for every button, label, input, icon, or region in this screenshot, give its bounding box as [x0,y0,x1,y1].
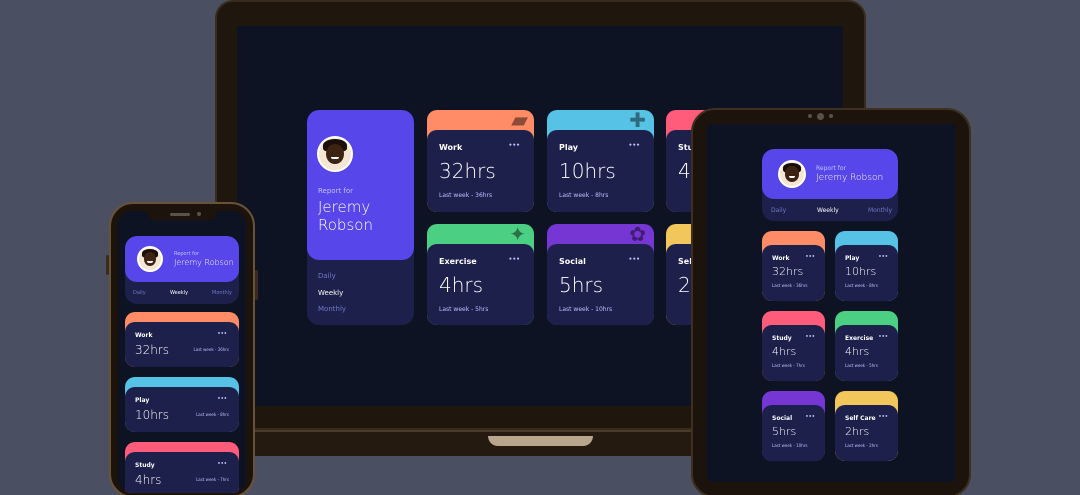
card-work: Work ••• 32hrs Last week - 36hrs [762,231,825,301]
card-social: Social ••• 5hrs Last week - 10hrs [762,391,825,461]
phone-screen: Report for Jeremy Robson Daily Weekly Mo… [118,211,246,493]
period-weekly[interactable]: Weekly [318,289,343,297]
profile-header: Report for Jeremy Robson [307,110,414,260]
profile-card: Report for Jeremy Robson Daily Weekly Mo… [125,236,239,304]
tablet-camera [808,114,812,118]
card-exercise: ✦ Exercise ••• 4hrs Last week - 5hrs [427,224,534,325]
options-icon[interactable]: ••• [805,334,815,340]
card-play: Play ••• 10hrs Last week - 8hrs [125,377,239,432]
card-self-care: Self Care ••• 2hrs Last week - 2hrs [835,391,898,461]
period-weekly[interactable]: Weekly [170,290,188,296]
options-icon[interactable]: ••• [217,461,227,467]
options-icon[interactable]: ••• [508,142,520,149]
period-daily[interactable]: Daily [133,290,146,296]
profile-card: Report for Jeremy Robson Daily Weekly Mo… [762,149,898,221]
card-play: Play ••• 10hrs Last week - 8hrs [835,231,898,301]
card-work: ▰ Work ••• 32hrs Last week - 36hrs [427,110,534,212]
avatar [137,246,163,272]
phone-speaker [170,213,190,216]
options-icon[interactable]: ••• [878,254,888,260]
tablet-screen: Report for Jeremy Robson Daily Weekly Mo… [707,124,956,482]
laptop-notch [488,436,593,446]
profile-header: Report for Jeremy Robson [762,149,898,199]
card-study: Study ••• 4hrs Last week - 7hrs [762,311,825,381]
options-icon[interactable]: ••• [628,256,640,263]
profile-header: Report for Jeremy Robson [125,236,239,282]
tablet-camera-main [817,113,824,120]
user-name-first: Jeremy [318,198,371,216]
gamepad-icon: ✚ [629,110,646,132]
runner-icon: ✦ [509,224,526,246]
card-social: ✿ Social ••• 5hrs Last week - 10hrs [547,224,654,325]
options-icon[interactable]: ••• [628,142,640,149]
period-daily[interactable]: Daily [318,272,336,280]
report-for-label: Report for [816,165,847,172]
profile-card: Report for Jeremy Robson Daily Weekly Mo… [307,110,414,325]
tablet-sensor [829,114,833,118]
user-name: Jeremy Robson [816,173,884,183]
options-icon[interactable]: ••• [805,414,815,420]
report-for-label: Report for [174,251,200,257]
period-monthly[interactable]: Monthly [212,290,232,296]
card-exercise: Exercise ••• 4hrs Last week - 5hrs [835,311,898,381]
phone-side-button [255,270,258,300]
options-icon[interactable]: ••• [805,254,815,260]
options-icon[interactable]: ••• [878,334,888,340]
user-name: Jeremy Robson [174,258,234,267]
card-study: Study ••• 4hrs Last week - 7hrs [125,442,239,493]
period-daily[interactable]: Daily [771,207,786,214]
options-icon[interactable]: ••• [217,396,227,402]
period-monthly[interactable]: Monthly [868,207,892,214]
report-for-label: Report for [318,187,354,195]
options-icon[interactable]: ••• [878,414,888,420]
card-work: Work ••• 32hrs Last week - 36hrs [125,312,239,367]
phone-camera [197,212,201,216]
avatar [317,136,353,172]
user-name-last: Robson [318,216,373,234]
period-weekly[interactable]: Weekly [817,207,839,214]
social-icon: ✿ [629,224,646,246]
avatar [778,160,806,188]
card-play: ✚ Play ••• 10hrs Last week - 8hrs [547,110,654,212]
options-icon[interactable]: ••• [217,331,227,337]
options-icon[interactable]: ••• [508,256,520,263]
period-monthly[interactable]: Monthly [318,305,346,313]
